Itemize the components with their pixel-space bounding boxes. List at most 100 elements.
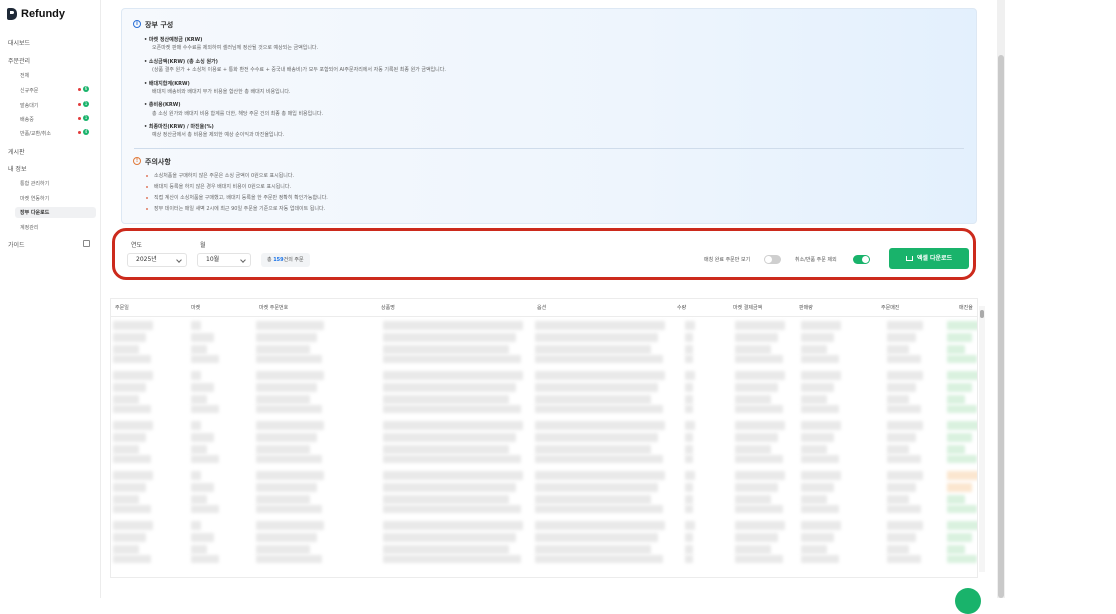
redacted-cell xyxy=(383,495,509,504)
th-market-payment[interactable]: 마켓 결제금액 xyxy=(733,304,762,311)
count-badge: 6 xyxy=(83,86,89,92)
redacted-cell xyxy=(887,555,921,563)
table-row[interactable] xyxy=(111,421,977,467)
sidebar-item-order-new[interactable]: 신규주문 xyxy=(20,87,38,94)
sidebar-item-guide[interactable]: 가이드 xyxy=(8,240,25,249)
redacted-cell xyxy=(383,383,516,392)
redacted-cell xyxy=(801,505,839,513)
th-sales[interactable]: 판매량 xyxy=(799,304,813,311)
redacted-cell xyxy=(801,371,841,380)
table-row[interactable] xyxy=(111,471,977,517)
redacted-cell xyxy=(801,533,834,542)
sidebar-item-order-delivered[interactable]: 배송중 xyxy=(20,116,34,123)
sidebar-item-board[interactable]: 게시판 xyxy=(8,147,25,156)
redacted-cell xyxy=(383,333,516,342)
redacted-cell xyxy=(113,495,139,504)
alert-dot xyxy=(78,88,81,91)
redacted-cell xyxy=(113,333,146,342)
sidebar-item-my-info[interactable]: 내 정보 xyxy=(8,164,26,173)
sidebar-item-my-sub1[interactable]: 통합 관리하기 xyxy=(20,180,49,187)
redacted-cell xyxy=(947,371,977,380)
scrollbar-thumb[interactable] xyxy=(980,310,984,318)
redacted-cell xyxy=(735,533,778,542)
redacted-cell xyxy=(735,333,778,342)
redacted-cell xyxy=(801,355,839,363)
redacted-cell xyxy=(535,383,658,392)
matched-only-toggle[interactable] xyxy=(764,255,781,264)
redacted-cell xyxy=(947,421,977,430)
year-select[interactable]: 2025년 xyxy=(127,253,187,267)
info-desc: 배대지 배송비와 배대지 부가 비용을 합산한 총 배대지 비용입니다. xyxy=(152,89,291,95)
page-scrollbar[interactable] xyxy=(997,0,1005,598)
redacted-cell xyxy=(383,405,521,413)
th-product-name[interactable]: 상품명 xyxy=(381,304,395,311)
alert-dot xyxy=(78,117,81,120)
chevron-down-icon xyxy=(176,257,182,263)
sidebar-item-order-mgmt[interactable]: 주문관리 xyxy=(8,56,30,65)
redacted-cell xyxy=(801,445,827,454)
redacted-cell xyxy=(113,383,146,392)
bullet-icon xyxy=(146,186,148,188)
info-title: 장부 구성 xyxy=(145,21,174,29)
redacted-cell xyxy=(256,445,310,454)
redacted-cell xyxy=(383,345,509,354)
redacted-cell xyxy=(113,421,153,430)
month-select[interactable]: 10월 xyxy=(197,253,251,267)
redacted-cell xyxy=(535,345,651,354)
redacted-cell xyxy=(947,433,972,442)
table-scrollbar[interactable] xyxy=(979,306,985,572)
redacted-cell xyxy=(735,433,778,442)
redacted-cell xyxy=(256,533,317,542)
th-order-date[interactable]: 주문일 xyxy=(115,304,129,311)
th-order-margin[interactable]: 주문매진 xyxy=(881,304,899,311)
sidebar-item-account[interactable]: 계정관리 xyxy=(20,224,38,231)
redacted-cell xyxy=(801,471,841,480)
info-desc: 오픈마켓 판매 수수료를 제외하여 셀러님께 정산될 것으로 예상되는 금액입니… xyxy=(152,45,319,51)
table-row[interactable] xyxy=(111,521,977,567)
table-row[interactable] xyxy=(111,321,977,367)
redacted-cell xyxy=(685,433,693,442)
info-icon: i xyxy=(133,20,141,28)
redacted-cell xyxy=(113,355,151,363)
external-link-icon[interactable] xyxy=(83,240,90,247)
th-option[interactable]: 옵션 xyxy=(537,304,546,311)
sidebar-item-dashboard[interactable]: 대시보드 xyxy=(8,38,30,47)
app-logo[interactable]: Refundy xyxy=(7,8,65,20)
redacted-cell xyxy=(801,395,827,404)
exclude-cancel-toggle[interactable] xyxy=(853,255,870,264)
chat-button[interactable] xyxy=(955,588,981,614)
redacted-cell xyxy=(947,405,977,413)
redacted-cell xyxy=(887,405,921,413)
redacted-cell xyxy=(685,445,693,454)
redacted-cell xyxy=(735,321,785,330)
redacted-cell xyxy=(887,455,921,463)
th-quantity[interactable]: 수량 xyxy=(677,304,686,311)
redacted-cell xyxy=(535,521,665,530)
download-icon xyxy=(905,256,913,261)
excel-download-button[interactable]: 엑셀 다운로드 xyxy=(889,248,969,269)
sidebar-item-order-return[interactable]: 반품/교환/취소 xyxy=(20,130,51,137)
table-row[interactable] xyxy=(111,371,977,417)
redacted-cell xyxy=(383,355,521,363)
table-header: 주문일 마켓 마켓 주문번호 상품명 옵션 수량 마켓 결제금액 판매량 주문매… xyxy=(111,299,977,317)
redacted-cell xyxy=(735,355,783,363)
redacted-cell xyxy=(256,471,324,480)
redacted-cell xyxy=(801,333,834,342)
sidebar-item-ledger-download[interactable]: 장부 다운로드 xyxy=(20,209,49,216)
redacted-cell xyxy=(685,371,695,380)
sidebar-item-my-sub2[interactable]: 마켓 연동하기 xyxy=(20,195,49,202)
redacted-cell xyxy=(947,383,972,392)
redacted-cell xyxy=(191,405,219,413)
redacted-cell xyxy=(735,495,771,504)
refundy-logo-icon xyxy=(7,8,17,20)
th-margin-rate[interactable]: 매진율 xyxy=(959,304,973,311)
sidebar-item-order-all[interactable]: 전체 xyxy=(20,72,29,79)
redacted-cell xyxy=(887,521,923,530)
scrollbar-thumb[interactable] xyxy=(998,55,1004,598)
redacted-cell xyxy=(685,355,693,363)
redacted-cell xyxy=(685,421,695,430)
th-market-order-no[interactable]: 마켓 주문번호 xyxy=(259,304,288,311)
redacted-cell xyxy=(383,421,523,430)
sidebar-item-order-ship[interactable]: 발송대기 xyxy=(20,102,38,109)
th-market[interactable]: 마켓 xyxy=(191,304,200,311)
